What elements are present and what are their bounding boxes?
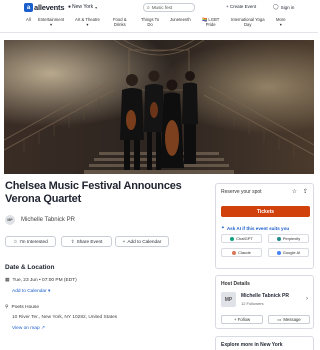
- ai-claude-button[interactable]: Claude: [221, 248, 262, 257]
- message-button[interactable]: ▭ Message: [268, 315, 310, 324]
- location-pin-icon: ⚲: [5, 305, 9, 310]
- host-followers: 12 Followers: [241, 301, 264, 306]
- star-icon[interactable]: ☆: [292, 188, 297, 195]
- follow-button[interactable]: + Follow: [221, 315, 263, 324]
- location-label: New York: [72, 4, 94, 10]
- organizer-avatar: MP: [5, 215, 15, 225]
- view-on-map-link[interactable]: View on map ↗: [12, 326, 45, 331]
- interested-button[interactable]: ☆ I'm Interested: [5, 236, 56, 247]
- event-datetime: ▦ Tue, 23 Jun • 07:00 PM (EDT): [5, 278, 77, 283]
- logo-mark: a: [24, 3, 33, 12]
- plus-icon: +: [122, 239, 126, 244]
- top-bar: a allevents ● New York ▾ ⌕ Music fest + …: [0, 0, 318, 14]
- user-icon: ◯: [273, 4, 279, 10]
- explore-heading: Explore more in New York: [221, 342, 283, 348]
- star-icon: ☆: [13, 238, 18, 244]
- date-location-heading: Date & Location: [5, 264, 55, 271]
- ai-chatgpt-button[interactable]: ChatGPT: [221, 234, 262, 243]
- event-title: Chelsea Music Festival Announces Verona …: [5, 180, 182, 205]
- ai-perplexity-button[interactable]: Perplexity: [268, 234, 309, 243]
- category-all[interactable]: All: [26, 17, 31, 22]
- organizer-name: Michelle Tabnick PR: [21, 217, 75, 223]
- venue-address: 10 River Ter., New York, NY 10282, Unite…: [12, 315, 118, 320]
- google-ai-icon: [276, 250, 281, 255]
- sparkle-icon: ✦: [221, 225, 225, 230]
- share-event-button[interactable]: ⇪ Share Event: [61, 236, 112, 247]
- organizer[interactable]: MP Michelle Tabnick PR: [5, 215, 75, 225]
- location-selector[interactable]: ● New York ▾: [68, 4, 97, 10]
- host-card: Host Details MP Michelle Tabnick PR 12 F…: [215, 275, 314, 329]
- perplexity-icon: [276, 236, 281, 241]
- claude-icon: [232, 250, 237, 255]
- search-placeholder: Music fest: [151, 5, 173, 10]
- create-event-link[interactable]: + Create Event: [226, 4, 256, 9]
- share-icon: ⇪: [70, 238, 75, 244]
- host-avatar: MP: [221, 292, 236, 307]
- host-name[interactable]: Michelle Tabnick PR: [241, 293, 289, 299]
- tickets-button[interactable]: Tickets: [221, 206, 310, 217]
- allevents-logo[interactable]: a allevents: [24, 3, 65, 12]
- ask-ai-prompt: ✦ Ask AI if this event suits you: [221, 225, 290, 231]
- chatgpt-icon: [230, 236, 235, 241]
- category-nav: All Entertainment ▾ Art & Theatre ▾ Food &…: [0, 15, 318, 33]
- logo-text: allevents: [34, 3, 65, 12]
- category-art-theatre[interactable]: Art & Theatre ▾: [75, 17, 100, 27]
- category-more[interactable]: More ▾: [276, 17, 286, 27]
- category-juneteenth[interactable]: Juneteenth: [170, 17, 191, 22]
- add-to-calendar-link[interactable]: Add to Calendar ▾: [12, 289, 50, 294]
- add-to-calendar-button[interactable]: + Add to Calendar: [115, 236, 169, 247]
- host-heading: Host Details: [221, 281, 250, 287]
- message-icon: ▭: [277, 316, 282, 322]
- reserve-heading: Reserve your spot: [221, 189, 262, 195]
- category-food-drinks[interactable]: Food & Drinks: [113, 17, 127, 27]
- sign-in-label: Sign in: [280, 4, 295, 10]
- ai-google-button[interactable]: Google AI: [268, 248, 309, 257]
- chevron-right-icon[interactable]: ›: [306, 296, 308, 302]
- category-things-to-do[interactable]: Things To Do: [141, 17, 159, 27]
- search-icon: ⌕: [147, 4, 150, 11]
- event-hero-image: [4, 40, 314, 174]
- sign-in-link[interactable]: ◯ Sign in: [273, 4, 294, 10]
- chevron-down-icon: ▾: [95, 4, 98, 10]
- category-entertainment[interactable]: Entertainment ▾: [38, 17, 64, 27]
- share-icon[interactable]: ⇪: [303, 188, 308, 195]
- venue-name: ⚲ Poets House: [5, 305, 39, 310]
- pin-icon: ●: [68, 4, 72, 10]
- reserve-card: Reserve your spot ☆ ⇪ Tickets ✦ Ask AI i…: [215, 183, 314, 269]
- search-input[interactable]: ⌕ Music fest: [143, 3, 195, 12]
- quartet-photo: [4, 40, 314, 174]
- calendar-icon: ▦: [5, 278, 10, 283]
- explore-card: Explore more in New York: [215, 336, 314, 350]
- category-intl-yoga-day[interactable]: International Yoga Day: [231, 17, 265, 27]
- category-lgbt-pride[interactable]: 🏳️‍🌈 LGBT Pride: [202, 17, 219, 27]
